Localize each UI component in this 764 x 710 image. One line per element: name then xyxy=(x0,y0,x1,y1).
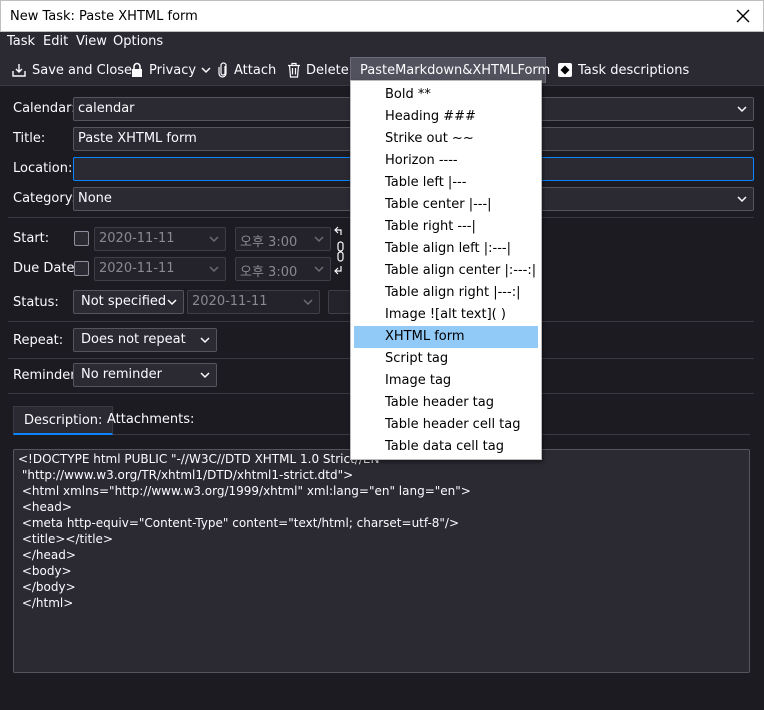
category-label: Category: xyxy=(13,191,76,206)
calendar-label: Calendar: xyxy=(13,101,76,116)
task-descriptions-button[interactable]: Task descriptions xyxy=(553,57,693,83)
chevron-down-icon xyxy=(737,106,747,113)
chevron-down-icon xyxy=(201,67,211,74)
menubar: Task Edit View Options xyxy=(0,32,764,54)
due-date-label: Due Date: xyxy=(13,261,79,276)
description-textarea[interactable]: <!DOCTYPE html PUBLIC "-//W3C//DTD XHTML… xyxy=(13,449,750,673)
percent-complete-input[interactable] xyxy=(328,290,352,314)
reminder-select[interactable]: No reminder xyxy=(73,363,217,387)
menu-edit[interactable]: Edit xyxy=(43,34,68,49)
start-time-input[interactable]: 오후 3:00 xyxy=(235,227,331,251)
trash-icon xyxy=(288,62,300,78)
title-label: Title: xyxy=(13,131,46,146)
menu-item[interactable]: Script tag xyxy=(354,348,538,370)
save-close-button[interactable]: Save and Close xyxy=(7,57,136,83)
delete-label: Delete xyxy=(306,62,349,78)
repeat-select[interactable]: Does not repeat xyxy=(73,328,217,352)
chevron-down-icon xyxy=(314,266,324,273)
chevron-down-icon xyxy=(200,337,210,344)
menu-view[interactable]: View xyxy=(76,34,107,49)
save-close-label: Save and Close xyxy=(32,62,133,78)
chevron-down-icon xyxy=(200,372,210,379)
reminder-label: Reminder: xyxy=(13,368,80,383)
menu-item[interactable]: Table header cell tag xyxy=(354,414,538,436)
title-value: Paste XHTML form xyxy=(78,131,197,146)
menu-item[interactable]: XHTML form xyxy=(354,326,538,348)
menu-item[interactable]: Table header tag xyxy=(354,392,538,414)
chevron-down-icon xyxy=(303,299,313,306)
start-time-value: 오후 3:00 xyxy=(240,235,298,250)
menu-item[interactable]: Heading ### xyxy=(354,106,538,128)
start-label: Start: xyxy=(13,231,50,246)
attach-label: Attach xyxy=(234,62,277,78)
menu-item[interactable]: Bold ** xyxy=(354,84,538,106)
task-descriptions-label: Task descriptions xyxy=(578,62,690,78)
menu-item[interactable]: Strike out ~~ xyxy=(354,128,538,150)
repeat-label: Repeat: xyxy=(13,333,64,348)
due-date-checkbox[interactable] xyxy=(74,261,89,276)
menu-item[interactable]: Table data cell tag xyxy=(354,436,538,458)
menu-item[interactable]: Table align right |---:| xyxy=(354,282,538,304)
menu-task[interactable]: Task xyxy=(7,34,35,49)
privacy-label: Privacy xyxy=(149,62,197,78)
save-icon xyxy=(12,64,26,77)
privacy-button[interactable]: Privacy xyxy=(126,57,221,83)
menu-item[interactable]: Table left |--- xyxy=(354,172,538,194)
menu-item[interactable]: Image tag xyxy=(354,370,538,392)
paperclip-icon xyxy=(218,62,227,78)
start-date-value: 2020-11-11 xyxy=(99,231,175,246)
repeat-value: Does not repeat xyxy=(81,332,186,347)
chevron-down-icon xyxy=(167,299,177,306)
due-time-value: 오후 3:00 xyxy=(240,265,298,280)
start-date-input[interactable]: 2020-11-11 xyxy=(94,227,226,251)
menu-item[interactable]: Table align left |:---| xyxy=(354,238,538,260)
tab-attachments[interactable]: Attachments: xyxy=(97,406,204,435)
category-value: None xyxy=(78,191,112,206)
status-select[interactable]: Not specified xyxy=(73,290,184,314)
due-time-input[interactable]: 오후 3:00 xyxy=(235,257,331,281)
start-checkbox[interactable] xyxy=(74,231,89,246)
window-title: New Task: Paste XHTML form xyxy=(10,9,198,24)
status-date-value: 2020-11-11 xyxy=(192,294,268,309)
menu-item[interactable]: Table align center |:---:| xyxy=(354,260,538,282)
due-date-value: 2020-11-11 xyxy=(99,261,175,276)
status-date-input[interactable]: 2020-11-11 xyxy=(187,290,320,314)
reminder-value: No reminder xyxy=(81,367,162,382)
chevron-down-icon xyxy=(314,236,324,243)
menu-item[interactable]: Image ![alt text]( ) xyxy=(354,304,538,326)
menu-item[interactable]: Horizon ---- xyxy=(354,150,538,172)
paste-markdown-menu: Bold ** Heading ### Strike out ~~ Horizon -… xyxy=(350,80,542,460)
chevron-down-icon xyxy=(209,236,219,243)
attach-button[interactable]: Attach xyxy=(213,57,280,83)
link-dates-icon[interactable] xyxy=(333,226,347,280)
diamond-icon xyxy=(558,63,572,77)
location-label: Location: xyxy=(13,161,73,176)
status-value: Not specified xyxy=(81,294,167,309)
menu-item[interactable]: Table right ---| xyxy=(354,216,538,238)
calendar-value: calendar xyxy=(78,101,135,116)
window-titlebar: New Task: Paste XHTML form xyxy=(0,0,764,32)
close-icon[interactable] xyxy=(731,4,755,28)
due-date-input[interactable]: 2020-11-11 xyxy=(94,257,226,281)
status-label: Status: xyxy=(13,295,59,310)
lock-icon xyxy=(132,62,142,77)
chevron-down-icon xyxy=(209,266,219,273)
chevron-down-icon xyxy=(737,196,747,203)
menu-item[interactable]: Table center |---| xyxy=(354,194,538,216)
delete-button[interactable]: Delete xyxy=(283,57,353,83)
menu-options[interactable]: Options xyxy=(113,34,163,49)
paste-markdown-label: PasteMarkdown&XHTMLForm xyxy=(360,62,551,78)
